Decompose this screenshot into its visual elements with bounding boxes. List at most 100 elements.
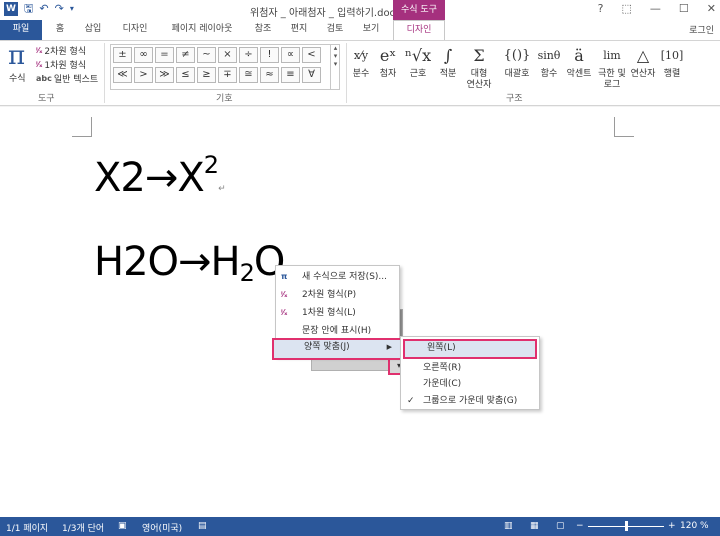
fraction-button[interactable]: x⁄y 분수 xyxy=(350,43,372,80)
maximize-button[interactable]: ☐ xyxy=(679,2,689,15)
symbol-item[interactable]: ~ xyxy=(197,47,216,63)
radical-button[interactable]: ⁿ√x 근호 xyxy=(405,43,431,80)
language-indicator[interactable]: 영어(미국) xyxy=(142,521,182,534)
accent-icon: ä xyxy=(574,46,584,65)
ribbon-display-button[interactable]: ⬚ xyxy=(622,2,632,15)
normal-text-button[interactable]: abc 일반 텍스트 xyxy=(36,72,98,85)
sigma-icon: Σ xyxy=(473,46,485,65)
professional-button[interactable]: ⁱ⁄ₓ 2차원 형식 xyxy=(36,44,86,57)
word-app-icon[interactable]: W xyxy=(4,2,18,16)
large-operator-button[interactable]: Σ 대형 연산자 xyxy=(464,43,494,91)
equation-options-menu: π 새 수식으로 저장(S)... ⁱ⁄ₓ 2차원 형식(P) ⁱ⁄ₓ 1차원 … xyxy=(272,265,404,360)
symbols-group-label: 기호 xyxy=(216,94,233,104)
symbol-item[interactable]: ∀ xyxy=(302,67,321,83)
page-count[interactable]: 1/1 페이지 xyxy=(6,521,48,534)
tab-view[interactable]: 보기 xyxy=(356,20,386,40)
tab-review[interactable]: 검토 xyxy=(320,20,350,40)
tab-file[interactable]: 파일 xyxy=(0,20,42,40)
tab-references[interactable]: 참조 xyxy=(248,20,278,40)
save-icon[interactable]: 🖫 xyxy=(24,2,33,16)
equation-button[interactable]: 수식 xyxy=(9,71,26,84)
sin-theta-icon: sinθ xyxy=(537,49,561,62)
symbol-item[interactable]: ÷ xyxy=(239,47,258,63)
symbol-item[interactable]: ! xyxy=(260,47,279,63)
zoom-level[interactable]: 120 % xyxy=(680,521,709,531)
tab-insert[interactable]: 삽입 xyxy=(78,20,108,40)
symbol-item[interactable]: = xyxy=(155,47,174,63)
bracket-button[interactable]: {()} 대괄호 xyxy=(500,43,534,80)
proofing-icon[interactable]: ▣ xyxy=(118,521,127,531)
help-button[interactable]: ? xyxy=(598,2,604,15)
word-count[interactable]: 1/3개 단어 xyxy=(62,521,104,534)
script-button[interactable]: eˣ 첨자 xyxy=(376,43,400,80)
ribbon-tabs: 파일 홈 삽입 디자인 페이지 레이아웃 참조 편지 검토 보기 디자인 로그인 xyxy=(0,20,720,40)
radical-icon: ⁿ√x xyxy=(405,46,432,65)
tab-mailings[interactable]: 편지 xyxy=(284,20,314,40)
menu-item-linear[interactable]: ⁱ⁄ₓ 1차원 형식(L) xyxy=(276,304,399,322)
linear-button[interactable]: ⁱ⁄ₓ 1차원 형식 xyxy=(36,58,86,71)
submenu-item-center[interactable]: 가운데(C) xyxy=(401,375,539,393)
menu-item-justification[interactable]: 양쪽 맞춤(J) ▶ xyxy=(272,338,404,360)
function-button[interactable]: sinθ 함수 xyxy=(536,43,562,80)
symbol-item[interactable]: × xyxy=(218,47,237,63)
symbol-item[interactable]: ∓ xyxy=(218,67,237,83)
symbol-item[interactable]: ∞ xyxy=(134,47,153,63)
limit-log-button[interactable]: lim 극한 및 로그 xyxy=(596,43,628,91)
paragraph-mark: ↵ xyxy=(218,184,226,194)
professional-format-icon: ⁱ⁄ₓ xyxy=(36,46,43,55)
zoom-slider-thumb[interactable] xyxy=(625,521,628,531)
symbol-item[interactable]: ≈ xyxy=(260,67,279,83)
symbol-item[interactable]: < xyxy=(302,47,321,63)
tab-home[interactable]: 홈 xyxy=(46,20,74,40)
superscript-line[interactable]: X2→X2 ↵ xyxy=(94,151,226,201)
symbol-item[interactable]: ≫ xyxy=(155,67,174,83)
menu-item-save-as-new-equation[interactable]: π 새 수식으로 저장(S)... xyxy=(276,268,399,286)
script-icon: eˣ xyxy=(379,46,397,65)
group-divider xyxy=(104,43,105,103)
tab-equation-design[interactable]: 디자인 xyxy=(393,20,445,40)
integral-button[interactable]: ∫ 적분 xyxy=(436,43,460,80)
close-button[interactable]: ✕ xyxy=(707,2,716,15)
subscript-base: H2O→H xyxy=(94,239,241,285)
menu-item-professional[interactable]: ⁱ⁄ₓ 2차원 형식(P) xyxy=(276,286,399,304)
symbol-item[interactable]: ≪ xyxy=(113,67,132,83)
submenu-item-centered-as-group[interactable]: ✓ 그룹으로 가운데 맞춤(G) xyxy=(401,392,539,410)
subscript-line[interactable]: H2O→H2O↵ xyxy=(94,239,292,287)
equation-pi-icon[interactable]: π xyxy=(8,41,25,71)
tab-design[interactable]: 디자인 xyxy=(114,20,156,40)
symbol-item[interactable]: ± xyxy=(113,47,132,63)
structures-group-label: 구조 xyxy=(506,94,523,104)
symbol-item[interactable]: ≅ xyxy=(239,67,258,83)
zoom-out-button[interactable]: − xyxy=(576,521,584,531)
chevron-down-icon[interactable]: ▾ xyxy=(70,2,74,16)
submenu-item-left[interactable]: 왼쪽(L) xyxy=(403,339,537,359)
web-layout-icon[interactable]: ▢ xyxy=(556,521,565,531)
operator-button[interactable]: △ 연산자 xyxy=(628,43,658,80)
undo-icon[interactable]: ↶ xyxy=(39,2,48,16)
zoom-in-button[interactable]: + xyxy=(668,521,676,531)
macro-record-icon[interactable]: ▤ xyxy=(198,521,207,531)
symbol-item[interactable]: ∝ xyxy=(281,47,300,63)
bracket-icon: {()} xyxy=(503,48,531,63)
submenu-arrow-icon: ▶ xyxy=(386,343,392,351)
symbol-item[interactable]: > xyxy=(134,67,153,83)
ribbon: π 수식 ⁱ⁄ₓ 2차원 형식 ⁱ⁄ₓ 1차원 형식 abc 일반 텍스트 도구… xyxy=(0,40,720,106)
symbol-item[interactable]: ≤ xyxy=(176,67,195,83)
group-divider xyxy=(346,43,347,103)
delta-icon: △ xyxy=(636,46,650,65)
status-bar: 1/1 페이지 1/3개 단어 ▣ 영어(미국) ▤ ▥ ▦ ▢ − + 120… xyxy=(0,517,720,536)
symbol-gallery-scrollbar[interactable]: ▴ ▾ ▾ xyxy=(330,44,340,90)
tab-page-layout[interactable]: 페이지 레이아웃 xyxy=(162,20,242,40)
sign-in-link[interactable]: 로그인 xyxy=(689,23,714,36)
symbol-item[interactable]: ≠ xyxy=(176,47,195,63)
accent-button[interactable]: ä 악센트 xyxy=(564,43,594,80)
professional-format-icon: ⁱ⁄ₓ xyxy=(281,290,288,299)
symbol-item[interactable]: ≥ xyxy=(197,67,216,83)
redo-icon[interactable]: ↷ xyxy=(55,2,64,16)
symbol-item[interactable]: ≡ xyxy=(281,67,300,83)
read-mode-icon[interactable]: ▥ xyxy=(504,521,513,531)
matrix-button[interactable]: [10] 행렬 xyxy=(660,43,684,80)
save-as-new-equation-icon: π xyxy=(281,272,288,281)
minimize-button[interactable]: — xyxy=(650,2,661,15)
print-layout-icon[interactable]: ▦ xyxy=(530,521,539,531)
